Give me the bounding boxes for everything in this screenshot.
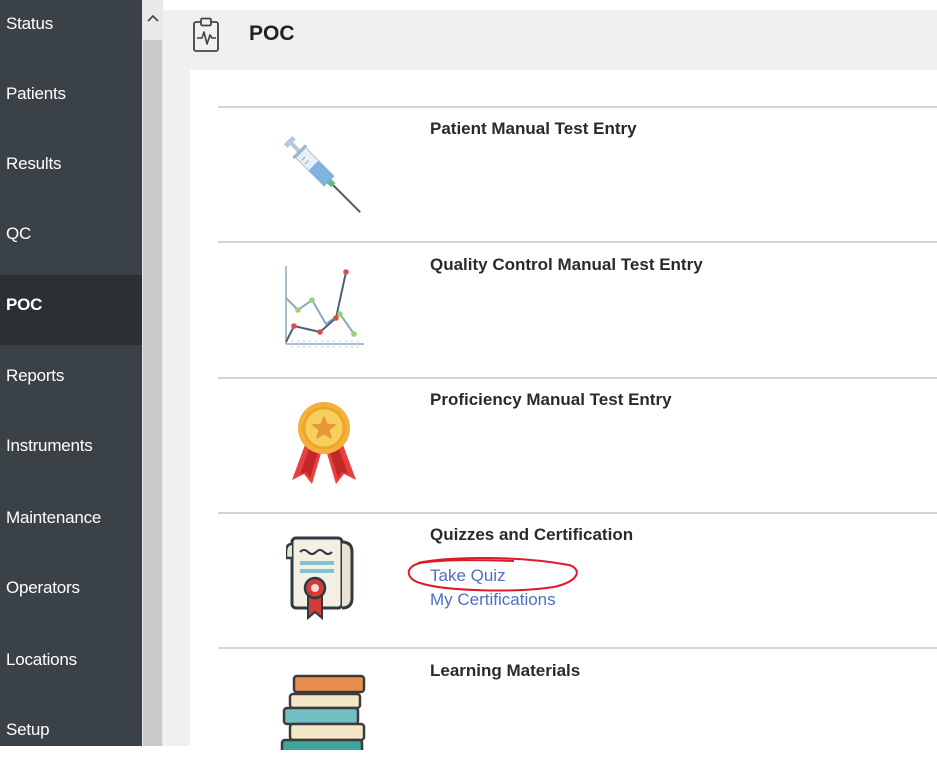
clipboard-pulse-icon <box>193 17 219 52</box>
sidebar-item-status[interactable]: Status <box>0 0 142 70</box>
page-title: POC <box>249 22 295 45</box>
sidebar-item-label: POC <box>6 295 43 314</box>
divider <box>218 512 937 514</box>
sidebar-item-qc[interactable]: QC <box>0 210 142 280</box>
sidebar-item-label: Setup <box>6 720 50 739</box>
my-certifications-link[interactable]: My Certifications <box>430 590 556 610</box>
sidebar-item-label: Instruments <box>6 436 93 455</box>
divider <box>218 106 937 108</box>
sidebar-item-label: Maintenance <box>6 508 102 527</box>
sidebar-item-maintenance[interactable]: Maintenance <box>0 490 142 560</box>
sidebar-item-results[interactable]: Results <box>0 140 142 210</box>
certificate-scroll-icon <box>286 536 354 621</box>
section-title-quality-control-manual-test-entry[interactable]: Quality Control Manual Test Entry <box>430 255 703 275</box>
sidebar-item-label: Status <box>6 14 53 33</box>
sidebar-item-reports[interactable]: Reports <box>0 350 142 420</box>
divider <box>218 647 937 649</box>
sidebar-item-label: Reports <box>6 366 65 385</box>
scroll-up-chevron-icon[interactable] <box>142 6 163 28</box>
sidebar-item-label: QC <box>6 224 32 243</box>
sidebar-item-label: Patients <box>6 84 66 103</box>
top-strip <box>163 0 937 10</box>
sidebar-item-instruments[interactable]: Instruments <box>0 420 142 490</box>
section-title-proficiency-manual-test-entry[interactable]: Proficiency Manual Test Entry <box>430 390 672 410</box>
section-title-quizzes-and-certification: Quizzes and Certification <box>430 525 634 544</box>
sidebar-item-label: Operators <box>6 578 80 597</box>
syringe-icon <box>283 135 361 213</box>
books-icon <box>280 674 366 750</box>
take-quiz-link[interactable]: Take Quiz <box>430 566 506 586</box>
divider <box>218 377 937 379</box>
award-medal-icon <box>292 402 356 484</box>
scrollbar-thumb[interactable] <box>143 40 162 746</box>
qc-chart-icon <box>285 266 364 348</box>
divider <box>218 241 937 243</box>
sidebar-item-label: Locations <box>6 650 77 669</box>
sidebar-item-setup[interactable]: Setup <box>0 700 142 770</box>
sidebar-item-operators[interactable]: Operators <box>0 560 142 630</box>
section-title-learning-materials[interactable]: Learning Materials <box>430 661 580 681</box>
section-title-patient-manual-test-entry[interactable]: Patient Manual Test Entry <box>430 119 637 139</box>
sidebar-item-locations[interactable]: Locations <box>0 630 142 700</box>
sidebar-item-label: Results <box>6 154 62 173</box>
sidebar-item-poc[interactable]: POC <box>0 275 142 345</box>
sidebar-item-patients[interactable]: Patients <box>0 70 142 140</box>
